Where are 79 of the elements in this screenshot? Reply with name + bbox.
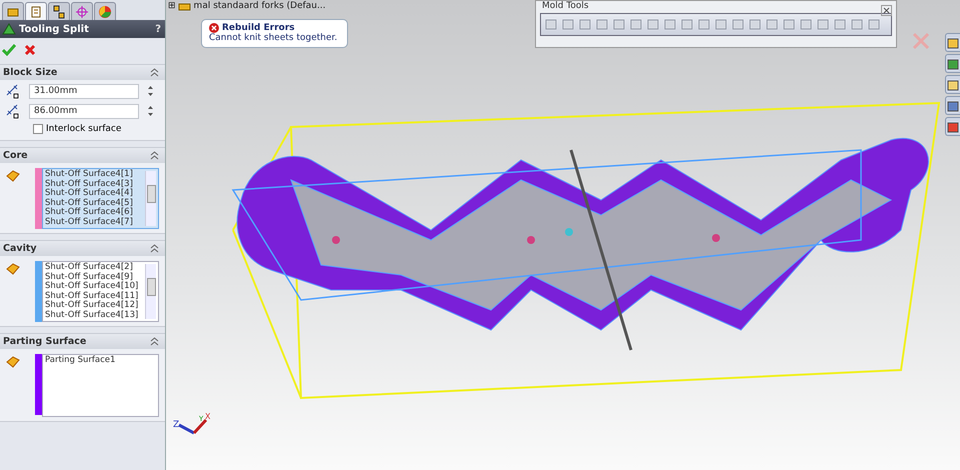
list-item[interactable]: Shut-Off Surface4[1] bbox=[45, 170, 141, 180]
tooltip-title: Rebuild Errors bbox=[222, 23, 295, 33]
surface-icon bbox=[5, 263, 21, 275]
tool-icon[interactable] bbox=[629, 17, 644, 32]
dimension-icon bbox=[5, 83, 21, 99]
selection-list[interactable]: Shut-Off Surface4[2] Shut-Off Surface4[9] Shut-Off Surface4[10] Shut-Off Surface4[11] Shut-Off Surface4[12] Shut-Off Surface4[13] bbox=[42, 261, 159, 322]
tool-icon[interactable] bbox=[748, 17, 763, 32]
tool-icon[interactable] bbox=[578, 17, 593, 32]
collapse-icon[interactable] bbox=[150, 68, 159, 77]
list-item[interactable]: Shut-Off Surface4[7] bbox=[45, 218, 141, 228]
task-pane-button[interactable] bbox=[945, 54, 960, 73]
list-item[interactable]: Shut-Off Surface4[6] bbox=[45, 208, 141, 218]
tool-icon[interactable] bbox=[612, 17, 627, 32]
tool-icon[interactable] bbox=[833, 17, 848, 32]
section-header[interactable]: Parting Surface bbox=[0, 334, 165, 349]
tool-icon[interactable] bbox=[799, 17, 814, 32]
appearance-icon bbox=[98, 4, 112, 18]
task-pane-button[interactable] bbox=[945, 96, 960, 115]
surface-icon bbox=[5, 170, 21, 182]
panel-title: Tooling Split bbox=[19, 24, 90, 34]
collapse-icon[interactable] bbox=[150, 244, 159, 253]
dimension-field[interactable]: 86.00mm bbox=[29, 104, 139, 118]
axis-label: Z bbox=[173, 420, 180, 430]
list-item[interactable]: Shut-Off Surface4[3] bbox=[45, 180, 141, 190]
tool-icon[interactable] bbox=[850, 17, 865, 32]
list-item[interactable]: Shut-Off Surface4[5] bbox=[45, 198, 141, 208]
property-icon bbox=[29, 4, 43, 18]
dimension-icon bbox=[5, 103, 21, 119]
collapse-icon[interactable] bbox=[150, 337, 159, 346]
task-pane-button[interactable] bbox=[945, 117, 960, 136]
toolbar-title: Mold Tools bbox=[541, 1, 590, 12]
surface-icon bbox=[5, 356, 21, 368]
task-pane-button[interactable] bbox=[945, 75, 960, 94]
tool-icon[interactable] bbox=[782, 17, 797, 32]
panel-tab[interactable] bbox=[25, 2, 47, 20]
error-icon bbox=[209, 23, 219, 33]
collapse-icon[interactable] bbox=[150, 151, 159, 160]
tool-icon[interactable] bbox=[663, 17, 678, 32]
tree-item[interactable]: ⊞ mal standaard forks (Defau... bbox=[168, 0, 326, 12]
checkbox-label: Interlock surface bbox=[46, 124, 122, 134]
list-item[interactable]: Shut-Off Surface4[9] bbox=[45, 272, 141, 282]
selection-list[interactable]: Parting Surface1 bbox=[42, 354, 159, 417]
spinner-icon[interactable] bbox=[147, 104, 154, 118]
section-header[interactable]: Core bbox=[0, 148, 165, 163]
section-header[interactable]: Cavity bbox=[0, 241, 165, 256]
config-icon bbox=[52, 4, 66, 18]
tool-icon[interactable] bbox=[731, 17, 746, 32]
help-button[interactable]: ? bbox=[155, 24, 161, 34]
list-item[interactable]: Shut-Off Surface4[10] bbox=[45, 282, 141, 292]
list-item[interactable]: Shut-Off Surface4[12] bbox=[45, 301, 141, 311]
panel-tab[interactable] bbox=[48, 2, 70, 20]
tool-icon[interactable] bbox=[646, 17, 661, 32]
tool-icon[interactable] bbox=[561, 17, 576, 32]
list-item[interactable]: Shut-Off Surface4[11] bbox=[45, 292, 141, 302]
dimension-field[interactable]: 31.00mm bbox=[29, 84, 139, 98]
crosshair-icon bbox=[75, 4, 89, 18]
tooltip-message: Cannot knit sheets together. bbox=[209, 33, 338, 43]
scrollbar[interactable] bbox=[145, 264, 156, 319]
tool-icon[interactable] bbox=[544, 17, 559, 32]
scrollbar[interactable] bbox=[145, 171, 156, 226]
spinner-icon[interactable] bbox=[147, 84, 154, 98]
checkmark-icon[interactable] bbox=[2, 44, 16, 56]
tool-icon[interactable] bbox=[697, 17, 712, 32]
section-header[interactable]: Block Size bbox=[0, 65, 165, 80]
checkbox[interactable] bbox=[33, 124, 43, 134]
task-pane-button[interactable] bbox=[945, 33, 960, 52]
list-item[interactable]: Shut-Off Surface4[13] bbox=[45, 310, 141, 321]
list-item[interactable]: Shut-Off Surface4[2] bbox=[45, 263, 141, 273]
tool-icon[interactable] bbox=[714, 17, 729, 32]
panel-tab[interactable] bbox=[2, 2, 24, 20]
list-item[interactable]: Shut-Off Surface4[4] bbox=[45, 189, 141, 199]
axis-label: X bbox=[205, 412, 210, 421]
close-icon[interactable] bbox=[24, 44, 36, 56]
tool-icon[interactable] bbox=[595, 17, 610, 32]
tool-icon[interactable] bbox=[680, 17, 695, 32]
tool-icon[interactable] bbox=[816, 17, 831, 32]
list-item[interactable]: Parting Surface1 bbox=[45, 356, 156, 366]
tool-icon[interactable] bbox=[765, 17, 780, 32]
selection-list[interactable]: Shut-Off Surface4[1] Shut-Off Surface4[3] Shut-Off Surface4[4] Shut-Off Surface4[5] Shut-Off Surface4[6] Shut-Off Surface4[7] bbox=[42, 168, 159, 229]
